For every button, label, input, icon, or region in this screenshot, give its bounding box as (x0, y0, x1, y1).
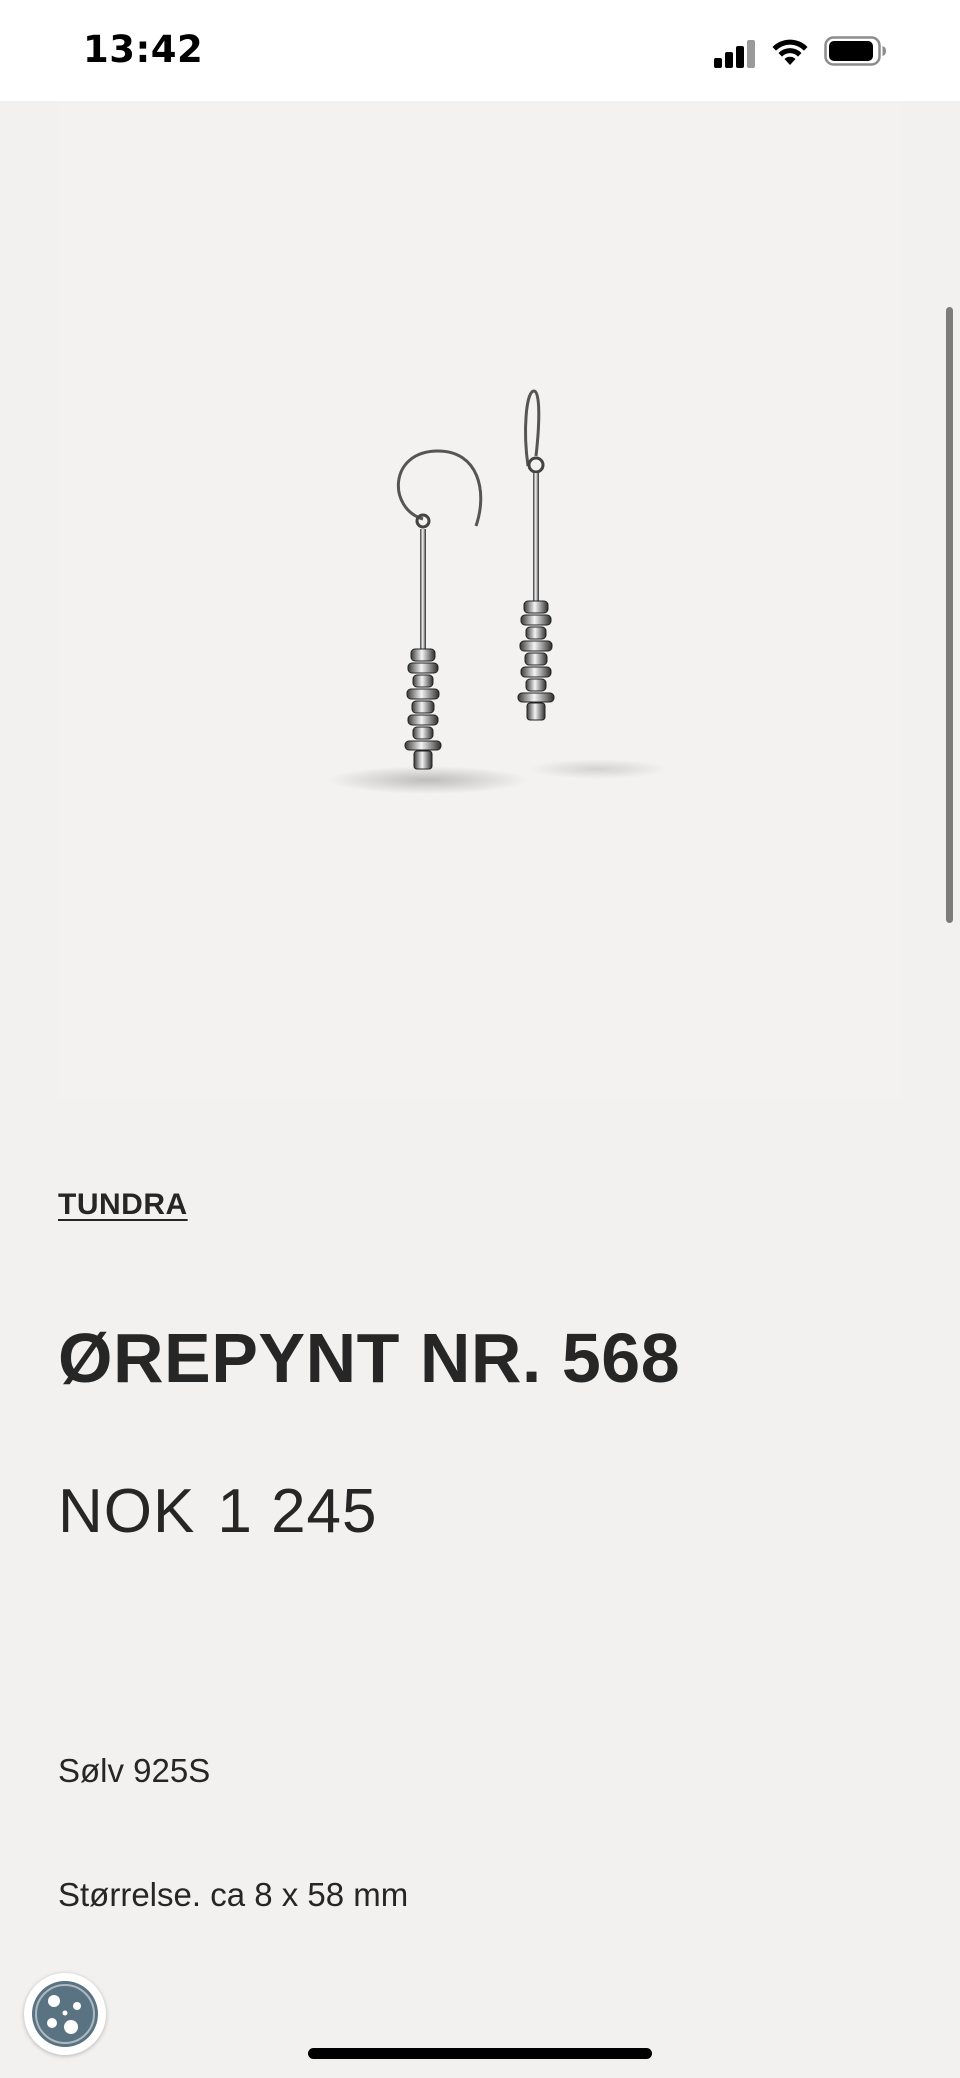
status-time: 13:42 (83, 28, 204, 71)
product-size: Størrelse. ca 8 x 58 mm (58, 1876, 409, 1913)
product-material: Sølv 925S (58, 1752, 211, 1789)
cookie-settings-button[interactable] (24, 1973, 106, 2055)
product-title: ØREPYNT NR. 568 (58, 1319, 681, 1397)
home-indicator (308, 2048, 652, 2059)
cellular-signal-icon (714, 40, 755, 68)
earrings-illustration (328, 389, 668, 794)
status-bar: 13:42 (0, 0, 960, 101)
battery-icon (824, 36, 886, 66)
cookie-icon (32, 1981, 98, 2047)
price-currency: NOK (58, 1477, 196, 1546)
status-icons (714, 34, 914, 70)
wifi-icon (772, 39, 808, 65)
scrollbar[interactable] (946, 307, 953, 923)
product-price: NOK 1 245 (58, 1476, 378, 1547)
collection-link[interactable]: TUNDRA (58, 1188, 188, 1222)
price-amount: 1 245 (217, 1477, 378, 1546)
product-image[interactable] (58, 101, 902, 1099)
